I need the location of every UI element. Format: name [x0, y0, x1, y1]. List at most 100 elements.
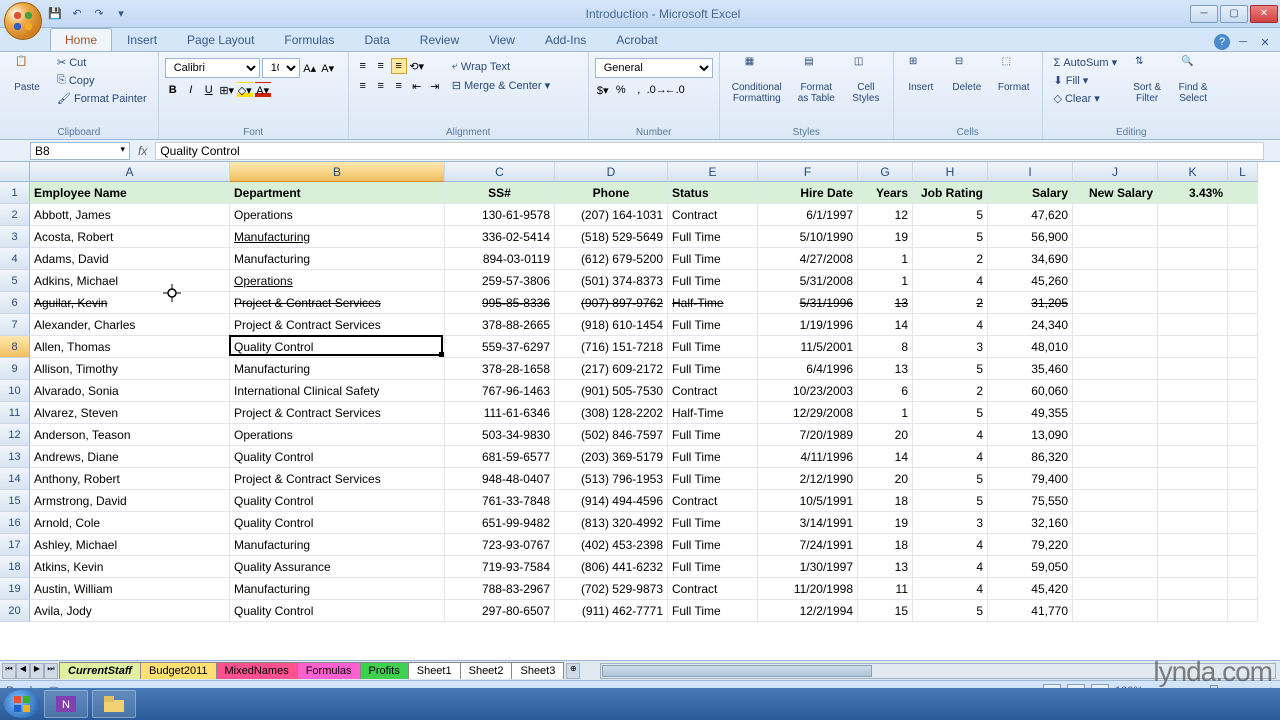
cell[interactable]: Status — [668, 182, 758, 204]
cell[interactable]: 995-85-8336 — [445, 292, 555, 314]
column-header[interactable]: D — [555, 162, 668, 182]
cell[interactable]: 681-59-6577 — [445, 446, 555, 468]
cell[interactable]: 5/10/1990 — [758, 226, 858, 248]
cell[interactable]: Manufacturing — [230, 248, 445, 270]
cell[interactable]: 13 — [858, 556, 913, 578]
cell[interactable]: 60,060 — [988, 380, 1073, 402]
cell[interactable]: 12/2/1994 — [758, 600, 858, 622]
column-header[interactable]: H — [913, 162, 988, 182]
taskbar-explorer-icon[interactable] — [92, 690, 136, 718]
row-header[interactable]: 6 — [0, 292, 30, 314]
cell[interactable]: 1 — [858, 248, 913, 270]
fx-icon[interactable]: fx — [130, 144, 155, 158]
cell[interactable]: Manufacturing — [230, 534, 445, 556]
cell[interactable] — [1158, 512, 1228, 534]
format-painter-button[interactable]: 🖌Format Painter — [52, 90, 152, 107]
cell[interactable]: Quality Control — [230, 600, 445, 622]
cell[interactable]: Austin, William — [30, 578, 230, 600]
cell[interactable] — [1228, 512, 1258, 534]
cell[interactable]: 48,010 — [988, 336, 1073, 358]
cell[interactable]: Full Time — [668, 600, 758, 622]
row-header[interactable]: 20 — [0, 600, 30, 622]
cell[interactable]: Allison, Timothy — [30, 358, 230, 380]
format-as-table-button[interactable]: ▤Format as Table — [792, 54, 841, 106]
cell[interactable]: Andrews, Diane — [30, 446, 230, 468]
shrink-font-icon[interactable]: A▾ — [320, 60, 336, 76]
cell[interactable]: 5 — [913, 402, 988, 424]
cell[interactable]: Contract — [668, 204, 758, 226]
row-header[interactable]: 10 — [0, 380, 30, 402]
office-button[interactable] — [4, 2, 42, 40]
cell[interactable]: 1 — [858, 270, 913, 292]
cell[interactable] — [1073, 512, 1158, 534]
cell[interactable]: Contract — [668, 490, 758, 512]
cell[interactable]: 34,690 — [988, 248, 1073, 270]
cell[interactable] — [1073, 446, 1158, 468]
start-button[interactable] — [4, 690, 40, 718]
column-header[interactable]: J — [1073, 162, 1158, 182]
cell[interactable] — [1073, 534, 1158, 556]
row-header[interactable]: 19 — [0, 578, 30, 600]
cell[interactable] — [1228, 556, 1258, 578]
tab-nav-next-icon[interactable]: ▶ — [30, 663, 44, 679]
cell[interactable]: 19 — [858, 512, 913, 534]
row-header[interactable]: 12 — [0, 424, 30, 446]
qat-customize-icon[interactable]: ▾ — [112, 5, 130, 23]
cell[interactable]: 11/20/1998 — [758, 578, 858, 600]
cell[interactable]: 1 — [858, 402, 913, 424]
cell[interactable] — [1158, 556, 1228, 578]
cell[interactable]: 18 — [858, 534, 913, 556]
cell[interactable]: Full Time — [668, 270, 758, 292]
cell[interactable]: (911) 462-7771 — [555, 600, 668, 622]
cell[interactable]: Alvarez, Steven — [30, 402, 230, 424]
cell[interactable] — [1228, 248, 1258, 270]
cell[interactable]: 4/27/2008 — [758, 248, 858, 270]
merge-center-button[interactable]: ⊟Merge & Center▾ — [447, 77, 555, 94]
cell[interactable]: 6 — [858, 380, 913, 402]
cell[interactable]: Department — [230, 182, 445, 204]
cell[interactable]: 5/31/2008 — [758, 270, 858, 292]
column-header[interactable]: B — [230, 162, 445, 182]
cell[interactable]: 8 — [858, 336, 913, 358]
cell[interactable]: 14 — [858, 314, 913, 336]
cell[interactable]: Full Time — [668, 556, 758, 578]
tab-review[interactable]: Review — [405, 28, 474, 51]
cell[interactable] — [1228, 468, 1258, 490]
copy-button[interactable]: ⎘Copy — [52, 72, 152, 89]
new-sheet-icon[interactable]: ⊕ — [566, 663, 580, 679]
cell[interactable]: 10/23/2003 — [758, 380, 858, 402]
cell[interactable]: (217) 609-2172 — [555, 358, 668, 380]
cell[interactable]: Manufacturing — [230, 358, 445, 380]
row-header[interactable]: 8 — [0, 336, 30, 358]
cell[interactable]: Ashley, Michael — [30, 534, 230, 556]
cell[interactable]: 4 — [913, 446, 988, 468]
cell[interactable]: 24,340 — [988, 314, 1073, 336]
row-header[interactable]: 14 — [0, 468, 30, 490]
sheet-tab-sheet3[interactable]: Sheet3 — [511, 662, 564, 679]
cell[interactable] — [1228, 424, 1258, 446]
paste-button[interactable]: 📋 Paste — [6, 54, 48, 95]
bold-button[interactable]: B — [165, 82, 181, 98]
autosum-button[interactable]: ΣAutoSum▾ — [1049, 54, 1123, 71]
cell[interactable]: Half-Time — [668, 292, 758, 314]
cell[interactable] — [1228, 446, 1258, 468]
cell[interactable]: Phone — [555, 182, 668, 204]
cell[interactable]: 5 — [913, 468, 988, 490]
cell[interactable]: Full Time — [668, 336, 758, 358]
cell[interactable]: (207) 164-1031 — [555, 204, 668, 226]
decrease-indent-icon[interactable]: ⇤ — [409, 78, 425, 94]
tab-add-ins[interactable]: Add-Ins — [530, 28, 601, 51]
cell[interactable]: Job Rating — [913, 182, 988, 204]
tab-formulas[interactable]: Formulas — [269, 28, 349, 51]
cell[interactable]: Quality Assurance — [230, 556, 445, 578]
cell[interactable]: Project & Contract Services — [230, 468, 445, 490]
redo-icon[interactable]: ↷ — [90, 5, 108, 23]
cell[interactable]: Quality Control — [230, 446, 445, 468]
cell[interactable]: (702) 529-9873 — [555, 578, 668, 600]
sheet-tab-mixednames[interactable]: MixedNames — [216, 662, 298, 679]
clear-button[interactable]: ◇Clear▾ — [1049, 90, 1123, 107]
cell[interactable]: International Clinical Safety — [230, 380, 445, 402]
sheet-tab-profits[interactable]: Profits — [360, 662, 409, 679]
minimize-button[interactable]: ─ — [1190, 5, 1218, 23]
row-header[interactable]: 2 — [0, 204, 30, 226]
